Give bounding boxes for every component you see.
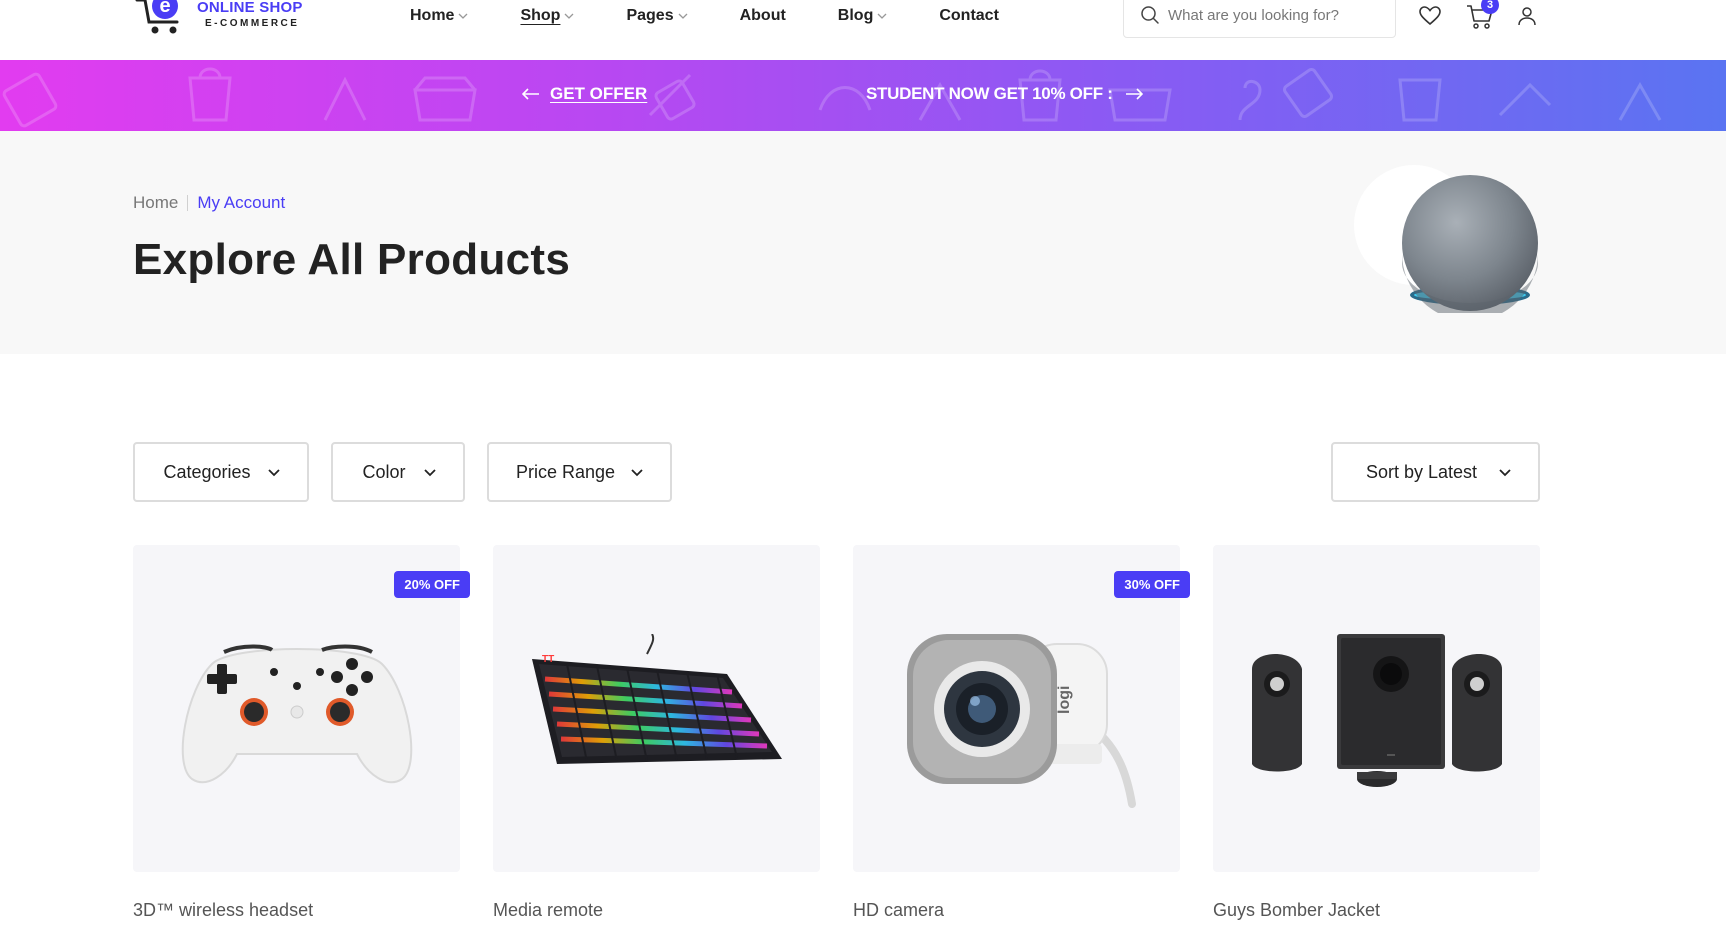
speaker-set-image xyxy=(1251,633,1502,787)
product-name[interactable]: Media remote xyxy=(493,900,820,921)
chevron-down-icon xyxy=(678,13,688,19)
nav-about[interactable]: About xyxy=(740,6,786,26)
search-input[interactable] xyxy=(1168,6,1388,24)
logo-title: ONLINE SHOP xyxy=(197,0,303,16)
nav-pages-label: Pages xyxy=(626,7,674,24)
heart-icon[interactable] xyxy=(1418,4,1442,28)
discount-badge: 20% OFF xyxy=(394,571,470,598)
nav-blog-label: Blog xyxy=(837,7,874,24)
product-image[interactable]: 20% OFF xyxy=(133,545,470,872)
sort-dropdown[interactable]: Sort by Latest xyxy=(1331,442,1540,502)
product-card[interactable]: Guys Bomber Jacket xyxy=(1213,545,1540,921)
chevron-down-icon xyxy=(631,469,643,477)
breadcrumb-home[interactable]: Home xyxy=(133,193,178,213)
svg-text:logi: logi xyxy=(1056,685,1073,713)
chevron-down-icon xyxy=(1499,469,1511,477)
page-header: Home My Account Explore All Products xyxy=(0,131,1726,354)
chevron-down-icon xyxy=(877,13,887,19)
nav-blog[interactable]: Blog xyxy=(838,6,888,26)
nav-about-label: About xyxy=(739,7,786,24)
logo-cart-icon: e xyxy=(135,0,179,34)
product-card[interactable]: logi 30% OFF HD camera xyxy=(853,545,1190,921)
user-icon[interactable] xyxy=(1516,5,1538,27)
site-header: e ONLINE SHOP E-COMMERCE Home Shop Pages… xyxy=(0,0,1726,60)
nav-home[interactable]: Home xyxy=(410,6,468,26)
color-filter[interactable]: Color xyxy=(331,442,465,502)
nav-contact-label: Contact xyxy=(939,7,999,24)
nav-shop[interactable]: Shop xyxy=(520,6,574,26)
product-name[interactable]: Guys Bomber Jacket xyxy=(1213,900,1540,921)
color-filter-label: Color xyxy=(362,461,406,482)
nav-home-label: Home xyxy=(410,7,455,24)
nav-shop-label: Shop xyxy=(520,7,561,24)
get-offer-label: GET OFFER xyxy=(550,84,648,103)
product-image[interactable]: TT xyxy=(493,545,820,872)
chevron-down-icon xyxy=(268,469,280,477)
cart-count-badge: 3 xyxy=(1481,0,1499,14)
smart-speaker-image xyxy=(1354,165,1538,313)
breadcrumb: Home My Account xyxy=(133,193,285,213)
svg-text:TT: TT xyxy=(542,654,554,665)
search-box[interactable] xyxy=(1123,0,1396,38)
logo-subtitle: E-COMMERCE xyxy=(205,17,300,29)
chevron-down-icon xyxy=(458,13,468,19)
chevron-down-icon xyxy=(424,469,436,477)
price-range-filter[interactable]: Price Range xyxy=(487,442,672,502)
student-offer[interactable]: STUDENT NOW GET 10% OFF : xyxy=(866,84,1143,104)
breadcrumb-current: My Account xyxy=(197,193,286,212)
nav-pages[interactable]: Pages xyxy=(626,6,688,26)
promo-banner: GET OFFER STUDENT NOW GET 10% OFF : xyxy=(0,60,1726,131)
game-controller-image xyxy=(181,644,412,783)
product-image[interactable] xyxy=(1213,545,1540,872)
sort-dropdown-label: Sort by Latest xyxy=(1365,461,1478,482)
page-title: Explore All Products xyxy=(133,235,571,284)
chevron-down-icon xyxy=(564,13,574,19)
breadcrumb-separator xyxy=(187,195,189,211)
search-icon xyxy=(1141,6,1159,24)
product-name[interactable]: 3D™ wireless headset xyxy=(133,900,460,921)
product-image[interactable]: logi 30% OFF xyxy=(853,545,1190,872)
discount-badge: 30% OFF xyxy=(1114,571,1190,598)
student-offer-text: STUDENT NOW GET 10% OFF : xyxy=(866,84,1113,103)
svg-text:e: e xyxy=(159,0,170,17)
product-card[interactable]: TT Media remote xyxy=(493,545,820,921)
arrow-left-icon xyxy=(522,88,539,100)
rgb-keyboard-image: TT xyxy=(531,633,782,764)
main-nav: Home Shop Pages About Blog Contact xyxy=(410,6,999,26)
categories-filter[interactable]: Categories xyxy=(133,442,309,502)
nav-contact[interactable]: Contact xyxy=(939,6,999,26)
get-offer-link[interactable]: GET OFFER xyxy=(522,84,647,104)
arrow-right-icon xyxy=(1125,88,1143,100)
product-name[interactable]: HD camera xyxy=(853,900,1180,921)
banner-pattern xyxy=(2,67,1662,128)
price-range-filter-label: Price Range xyxy=(515,461,616,482)
cart-button[interactable]: 3 xyxy=(1466,0,1499,32)
categories-filter-label: Categories xyxy=(163,461,251,482)
product-card[interactable]: 20% OFF 3D™ wireless headset xyxy=(133,545,470,921)
webcam-image: logi xyxy=(906,633,1136,808)
site-logo[interactable]: e ONLINE SHOP E-COMMERCE xyxy=(133,0,313,36)
